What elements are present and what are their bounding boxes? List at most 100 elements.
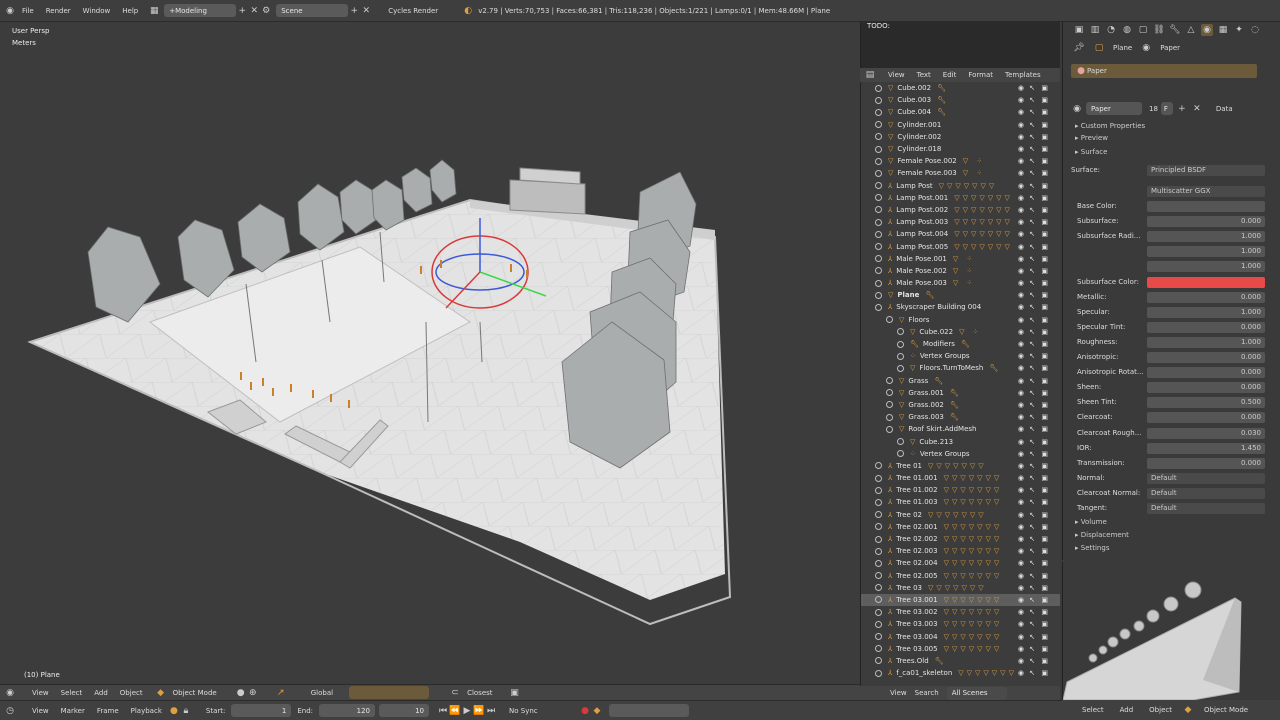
visibility-eye-icon[interactable]: ◉	[1018, 584, 1024, 592]
visibility-eye-icon[interactable]: ◉	[1018, 608, 1024, 616]
selectable-cursor-icon[interactable]: ↖	[1029, 425, 1035, 433]
visibility-eye-icon[interactable]: ◉	[1018, 279, 1024, 287]
outliner-row[interactable]: ▽ Cube.004 🔧︎ ◉ ↖ ▣	[861, 106, 1060, 118]
outliner-row[interactable]: ⅄ Male Pose.001 ▽ ⁘ ◉ ↖ ▣	[861, 253, 1060, 265]
visibility-eye-icon[interactable]: ◉	[1018, 352, 1024, 360]
selectable-cursor-icon[interactable]: ↖	[1029, 535, 1035, 543]
expand-toggle-icon[interactable]	[875, 121, 882, 129]
outliner-row[interactable]: ⅄ Lamp Post.003 ▽▽▽▽▽▽▽ ◉ ↖ ▣	[861, 216, 1060, 228]
footer-menu-select[interactable]: Select	[1082, 706, 1104, 714]
selectable-cursor-icon[interactable]: ↖	[1029, 145, 1035, 153]
expand-toggle-icon[interactable]	[897, 340, 904, 348]
fake-user-button[interactable]: F	[1160, 102, 1173, 115]
visibility-eye-icon[interactable]: ◉	[1018, 633, 1024, 641]
expand-toggle-icon[interactable]	[875, 608, 882, 616]
visibility-eye-icon[interactable]: ◉	[1018, 474, 1024, 482]
outliner-row[interactable]: ⅄ Lamp Post.005 ▽▽▽▽▽▽▽ ◉ ↖ ▣	[861, 240, 1060, 252]
outliner-row[interactable]: ⅄ Tree 02.001 ▽▽▽▽▽▽▽ ◉ ↖ ▣	[861, 521, 1060, 533]
renderable-camera-icon[interactable]: ▣	[1041, 96, 1048, 104]
selectable-cursor-icon[interactable]: ↖	[1029, 584, 1035, 592]
visibility-eye-icon[interactable]: ◉	[1018, 657, 1024, 665]
field-value[interactable]: 1.000	[1147, 336, 1265, 348]
visibility-eye-icon[interactable]: ◉	[1018, 377, 1024, 385]
expand-toggle-icon[interactable]	[886, 413, 893, 421]
visibility-eye-icon[interactable]: ◉	[1018, 523, 1024, 531]
expand-toggle-icon[interactable]	[875, 596, 882, 604]
expand-toggle-icon[interactable]	[875, 157, 882, 165]
outliner-row[interactable]: ⅄ Male Pose.002 ▽ ⁘ ◉ ↖ ▣	[861, 265, 1060, 277]
visibility-eye-icon[interactable]: ◉	[1018, 267, 1024, 275]
renderable-camera-icon[interactable]: ▣	[1041, 572, 1048, 580]
expand-toggle-icon[interactable]	[897, 438, 904, 446]
link-to-select[interactable]: Data	[1216, 105, 1233, 113]
selectable-cursor-icon[interactable]: ↖	[1029, 279, 1035, 287]
expand-toggle-icon[interactable]	[875, 633, 882, 641]
renderable-camera-icon[interactable]: ▣	[1041, 462, 1048, 470]
timeline-menu-playback[interactable]: Playback	[125, 707, 168, 715]
viewport-menu-select[interactable]: Select	[55, 689, 89, 697]
outliner-row[interactable]: ⅄ Tree 03 ▽▽▽▽▽▽▽ ◉ ↖ ▣	[861, 582, 1060, 594]
selectable-cursor-icon[interactable]: ↖	[1029, 328, 1035, 336]
expand-toggle-icon[interactable]	[875, 218, 882, 226]
renderable-camera-icon[interactable]: ▣	[1041, 108, 1048, 116]
visibility-eye-icon[interactable]: ◉	[1018, 291, 1024, 299]
visibility-eye-icon[interactable]: ◉	[1018, 340, 1024, 348]
selectable-cursor-icon[interactable]: ↖	[1029, 657, 1035, 665]
expand-toggle-icon[interactable]	[875, 194, 882, 202]
visibility-eye-icon[interactable]: ◉	[1018, 84, 1024, 92]
record-icon[interactable]: ●	[579, 705, 591, 717]
renderable-camera-icon[interactable]: ▣	[1041, 169, 1048, 177]
scene-icon[interactable]: ⚙	[260, 5, 272, 17]
expand-toggle-icon[interactable]	[886, 377, 893, 385]
field-value[interactable]: 1.000	[1147, 261, 1265, 273]
selectable-cursor-icon[interactable]: ↖	[1029, 267, 1035, 275]
renderable-camera-icon[interactable]: ▣	[1041, 511, 1048, 519]
renderable-camera-icon[interactable]: ▣	[1041, 364, 1048, 372]
editor-type-icon[interactable]: ◉	[4, 5, 16, 17]
expand-toggle-icon[interactable]	[875, 462, 882, 470]
keying-icon[interactable]: ●	[168, 705, 180, 717]
visibility-eye-icon[interactable]: ◉	[1018, 96, 1024, 104]
magnet-icon[interactable]: ⊂	[449, 687, 461, 699]
field-value[interactable]: 1.000	[1147, 246, 1265, 258]
expand-toggle-icon[interactable]	[875, 584, 882, 592]
outliner-row[interactable]: ▽ Grass.002 🔧︎ ◉ ↖ ▣	[861, 399, 1060, 411]
expand-toggle-icon[interactable]	[875, 303, 882, 311]
add-scene-icon[interactable]: +	[348, 5, 360, 17]
renderable-camera-icon[interactable]: ▣	[1041, 243, 1048, 251]
visibility-eye-icon[interactable]: ◉	[1018, 559, 1024, 567]
material-slot-list[interactable]: ● Paper	[1071, 64, 1257, 78]
selectable-cursor-icon[interactable]: ↖	[1029, 523, 1035, 531]
visibility-eye-icon[interactable]: ◉	[1018, 157, 1024, 165]
renderable-camera-icon[interactable]: ▣	[1041, 559, 1048, 567]
outliner-row[interactable]: ▽ Roof Skirt.AddMesh ◉ ↖ ▣	[861, 423, 1060, 435]
outliner-row[interactable]: ▽ Cube.003 🔧︎ ◉ ↖ ▣	[861, 94, 1060, 106]
timeline-menu-view[interactable]: View	[26, 707, 55, 715]
renderable-camera-icon[interactable]: ▣	[1041, 230, 1048, 238]
selectable-cursor-icon[interactable]: ↖	[1029, 291, 1035, 299]
outliner-row[interactable]: ⅄ Lamp Post.001 ▽▽▽▽▽▽▽ ◉ ↖ ▣	[861, 192, 1060, 204]
shader-select[interactable]: Principled BSDF	[1147, 165, 1265, 176]
renderable-camera-icon[interactable]: ▣	[1041, 279, 1048, 287]
outliner-display-select[interactable]: All Scenes	[946, 686, 1007, 700]
text-editor-content[interactable]: TODO:	[861, 22, 1060, 30]
renderable-camera-icon[interactable]: ▣	[1041, 218, 1048, 226]
selectable-cursor-icon[interactable]: ↖	[1029, 401, 1035, 409]
outliner-row[interactable]: ⅄ Male Pose.003 ▽ ⁘ ◉ ↖ ▣	[861, 277, 1060, 289]
renderable-camera-icon[interactable]: ▣	[1041, 352, 1048, 360]
panel-surface[interactable]: ▸ Surface	[1075, 148, 1107, 156]
renderable-camera-icon[interactable]: ▣	[1041, 425, 1048, 433]
remove-scene-icon[interactable]: ✕	[360, 5, 372, 17]
visibility-eye-icon[interactable]: ◉	[1018, 511, 1024, 519]
field-value[interactable]: Default	[1147, 487, 1265, 499]
panel-displacement[interactable]: ▸ Displacement	[1075, 531, 1129, 539]
selectable-cursor-icon[interactable]: ↖	[1029, 389, 1035, 397]
panel-settings[interactable]: ▸ Settings	[1075, 544, 1109, 552]
selectable-cursor-icon[interactable]: ↖	[1029, 572, 1035, 580]
selectable-cursor-icon[interactable]: ↖	[1029, 364, 1035, 372]
renderable-camera-icon[interactable]: ▣	[1041, 291, 1048, 299]
visibility-eye-icon[interactable]: ◉	[1018, 572, 1024, 580]
field-value[interactable]: Default	[1147, 472, 1265, 484]
renderable-camera-icon[interactable]: ▣	[1041, 584, 1048, 592]
field-value[interactable]: 0.000	[1147, 352, 1265, 363]
